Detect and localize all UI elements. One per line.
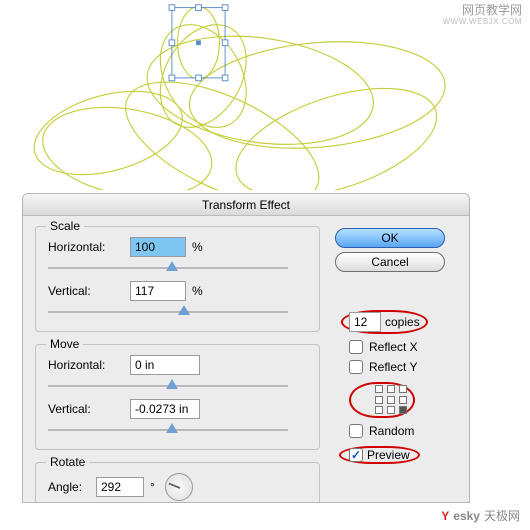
rotate-label: Angle: — [48, 480, 96, 494]
scale-h-input[interactable] — [130, 237, 186, 257]
scale-legend: Scale — [46, 219, 84, 233]
scale-h-slider[interactable] — [48, 261, 288, 275]
scale-v-label: Vertical: — [48, 284, 130, 298]
reflect-x-row[interactable]: Reflect X — [349, 340, 455, 354]
transform-effect-dialog: Transform Effect Scale Horizontal: % Ver… — [22, 193, 470, 503]
random-label: Random — [369, 424, 414, 438]
angle-dial[interactable] — [165, 473, 193, 501]
move-h-input[interactable] — [130, 355, 200, 375]
move-v-input[interactable] — [130, 399, 200, 419]
copies-highlight: copies — [341, 310, 428, 334]
reflect-x-label: Reflect X — [369, 340, 418, 354]
watermark-line2: WWW.WEBJX.COM — [443, 16, 522, 28]
scale-h-unit: % — [192, 240, 203, 254]
move-h-slider[interactable] — [48, 379, 288, 393]
rotate-unit: ° — [150, 480, 155, 494]
rotate-legend: Rotate — [46, 455, 89, 469]
move-v-label: Vertical: — [48, 402, 130, 416]
scale-group: Scale Horizontal: % Vertical: % — [35, 226, 320, 332]
scale-h-label: Horizontal: — [48, 240, 130, 254]
reflect-x-checkbox[interactable] — [349, 340, 363, 354]
rotate-group: Rotate Angle: ° — [35, 462, 320, 503]
reflect-y-checkbox[interactable] — [349, 360, 363, 374]
random-row[interactable]: Random — [349, 424, 455, 438]
rotate-input[interactable] — [96, 477, 144, 497]
move-legend: Move — [46, 337, 83, 351]
move-h-label: Horizontal: — [48, 358, 130, 372]
copies-label: copies — [385, 315, 420, 329]
random-checkbox[interactable] — [349, 424, 363, 438]
anchor-highlight — [349, 382, 415, 418]
watermark-line1: 网页教学网 — [443, 4, 522, 16]
canvas-artwork — [0, 0, 530, 190]
reflect-y-label: Reflect Y — [369, 360, 417, 374]
preview-checkbox[interactable]: ✓ — [349, 448, 363, 462]
dialog-titlebar: Transform Effect — [23, 194, 469, 216]
move-v-slider[interactable] — [48, 423, 288, 437]
scale-v-slider[interactable] — [48, 305, 288, 319]
watermark-top: 网页教学网 WWW.WEBJX.COM — [443, 4, 522, 28]
copies-input[interactable] — [349, 312, 381, 332]
yesky-domain: 天极网 — [484, 507, 520, 524]
yesky-y-icon: Y — [441, 509, 449, 523]
preview-highlight: ✓ Preview — [339, 446, 420, 464]
ok-button[interactable]: OK — [335, 228, 445, 248]
anchor-grid[interactable] — [375, 385, 409, 415]
reflect-y-row[interactable]: Reflect Y — [349, 360, 455, 374]
preview-label: Preview — [367, 448, 410, 462]
scale-v-unit: % — [192, 284, 203, 298]
watermark-bottom: Y esky 天极网 — [441, 507, 520, 524]
move-group: Move Horizontal: Vertical: — [35, 344, 320, 450]
cancel-button[interactable]: Cancel — [335, 252, 445, 272]
yesky-text: esky — [453, 509, 480, 523]
right-column: OK Cancel copies Reflect X Reflect Y — [335, 224, 455, 464]
scale-v-input[interactable] — [130, 281, 186, 301]
